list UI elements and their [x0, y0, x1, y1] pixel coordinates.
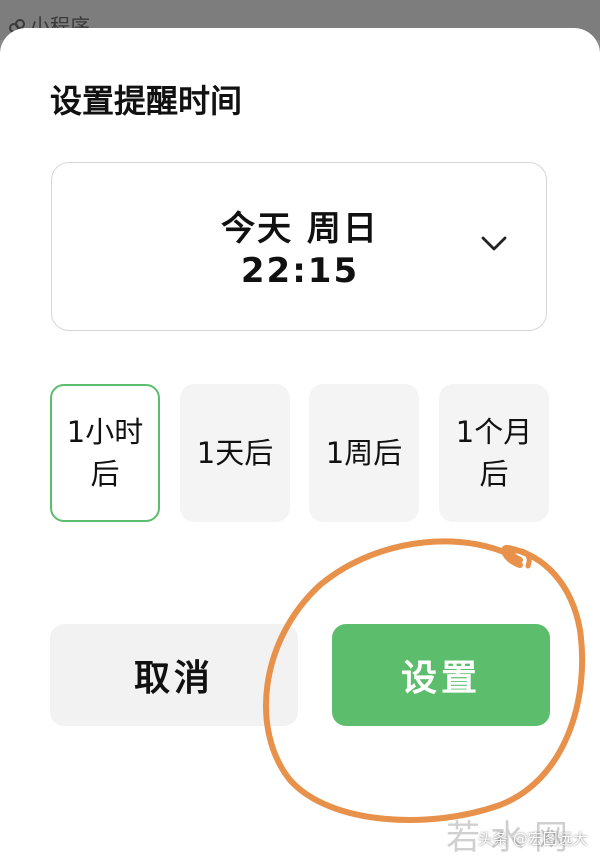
- cancel-button[interactable]: 取消: [50, 624, 298, 726]
- quick-option-1-month[interactable]: 1个月后: [439, 384, 549, 522]
- quick-option-label: 1个月后: [455, 415, 533, 491]
- quick-option-1-hour[interactable]: 1小时后: [50, 384, 160, 522]
- watermark-source: 头条 @宏图远大: [478, 830, 588, 848]
- quick-option-row: 1小时后 1天后 1周后 1个月后: [50, 384, 550, 524]
- chevron-down-icon[interactable]: [480, 235, 508, 253]
- quick-option-label: 1天后: [196, 436, 274, 470]
- quick-option-label: 1周后: [325, 436, 403, 470]
- picker-day: 今天 周日: [221, 209, 379, 249]
- datetime-picker[interactable]: 今天 周日 22:15: [51, 162, 547, 331]
- sheet-title: 设置提醒时间: [50, 82, 243, 120]
- set-button[interactable]: 设置: [332, 624, 550, 726]
- quick-option-1-day[interactable]: 1天后: [180, 384, 290, 522]
- reminder-sheet: 设置提醒时间 今天 周日 22:15 1小时后 1天后 1周后 1个月后 取消 …: [0, 28, 600, 859]
- picker-time: 22:15: [240, 251, 360, 291]
- quick-option-1-week[interactable]: 1周后: [309, 384, 419, 522]
- quick-option-label: 1小时后: [66, 415, 144, 491]
